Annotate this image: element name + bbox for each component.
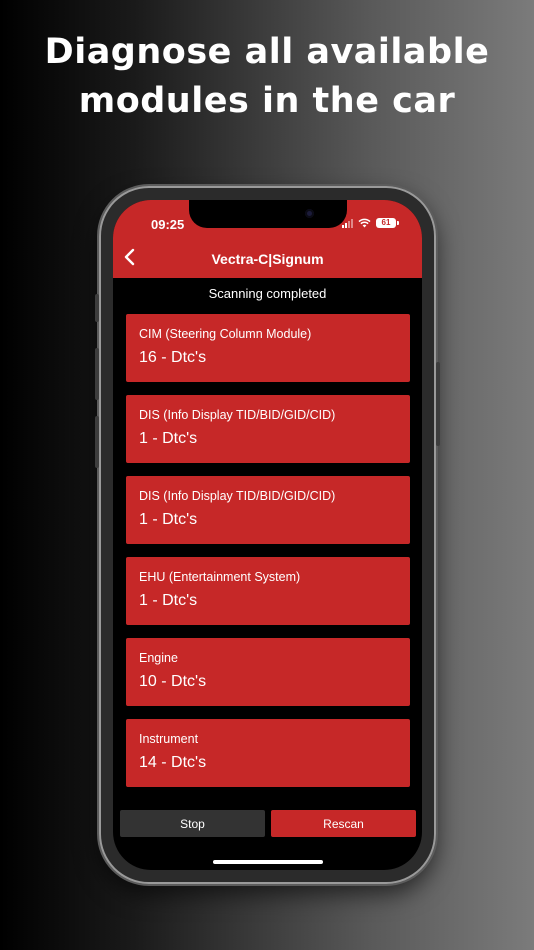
wifi-icon xyxy=(358,218,371,228)
volume-down-button xyxy=(95,416,99,468)
module-card[interactable]: Engine 10 - Dtc's xyxy=(126,638,410,706)
signal-icon xyxy=(342,218,353,228)
dtc-count: 16 - Dtc's xyxy=(139,349,207,366)
headline: Diagnose all available modules in the ca… xyxy=(0,28,534,126)
module-name: Engine xyxy=(139,651,178,665)
module-name: DIS (Info Display TID/BID/GID/CID) xyxy=(139,489,336,503)
module-list: CIM (Steering Column Module) 16 - Dtc's … xyxy=(126,314,410,800)
module-card[interactable]: DIS (Info Display TID/BID/GID/CID) 1 - D… xyxy=(126,395,410,463)
dtc-count: 10 - Dtc's xyxy=(139,673,207,690)
phone-frame: 09:25 61 Vectra-C|Signum Scanning comple… xyxy=(95,186,440,884)
module-name: Instrument xyxy=(139,732,199,746)
module-card[interactable]: Instrument 14 - Dtc's xyxy=(126,719,410,787)
dtc-count: 1 - Dtc's xyxy=(139,430,198,447)
dtc-count: 14 - Dtc's xyxy=(139,754,207,771)
volume-up-button xyxy=(95,348,99,400)
module-card[interactable]: CIM (Steering Column Module) 16 - Dtc's xyxy=(126,314,410,382)
scan-status: Scanning completed xyxy=(208,286,327,301)
battery-icon: 61 xyxy=(376,218,399,228)
module-name: CIM (Steering Column Module) xyxy=(139,327,312,341)
dtc-count: 1 - Dtc's xyxy=(139,592,198,609)
headline-line-2: modules in the car xyxy=(78,81,456,121)
module-name: EHU (Entertainment System) xyxy=(139,570,301,584)
silent-switch xyxy=(95,294,99,322)
notch xyxy=(189,200,347,228)
rescan-button[interactable]: Rescan xyxy=(271,810,416,837)
status-icons: 61 xyxy=(342,218,399,228)
page-title: Vectra-C|Signum xyxy=(211,251,324,267)
home-indicator[interactable] xyxy=(213,860,323,864)
module-card[interactable]: DIS (Info Display TID/BID/GID/CID) 1 - D… xyxy=(126,476,410,544)
camera-icon xyxy=(305,209,314,218)
headline-line-1: Diagnose all available xyxy=(44,32,490,72)
app-screen: 09:25 61 Vectra-C|Signum Scanning comple… xyxy=(113,200,422,870)
module-card[interactable]: EHU (Entertainment System) 1 - Dtc's xyxy=(126,557,410,625)
power-button xyxy=(436,362,440,446)
stop-button[interactable]: Stop xyxy=(120,810,265,837)
module-name: DIS (Info Display TID/BID/GID/CID) xyxy=(139,408,336,422)
status-time: 09:25 xyxy=(151,217,185,232)
dtc-count: 1 - Dtc's xyxy=(139,511,198,528)
